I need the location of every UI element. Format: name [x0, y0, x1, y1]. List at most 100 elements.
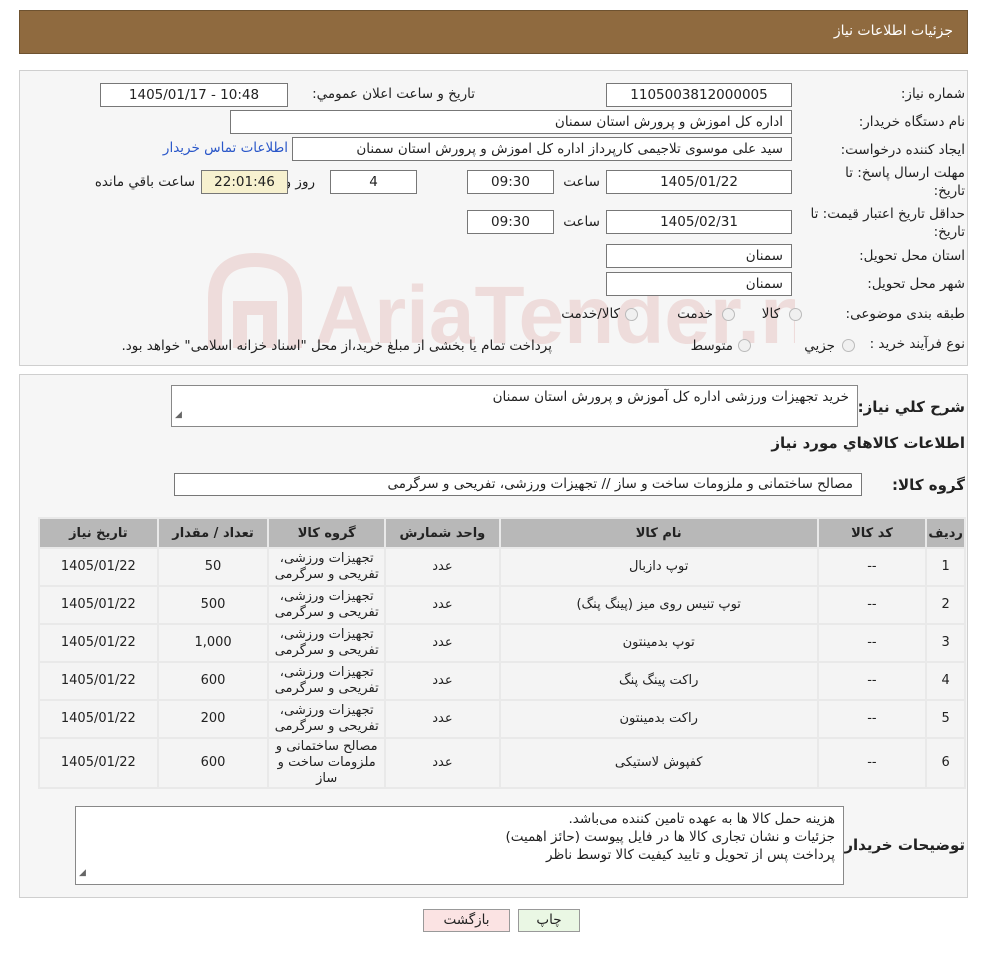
days-field: 4	[330, 170, 417, 194]
buyer-contact-link[interactable]: اطلاعات تماس خريدار	[163, 140, 288, 156]
col-date: تاريخ نياز	[40, 519, 157, 547]
cell-qty: 50	[158, 549, 268, 585]
back-button[interactable]: بازگشت	[423, 909, 510, 932]
cell-unit: عدد	[386, 663, 499, 699]
cell-date: 1405/01/22	[40, 663, 157, 699]
category-radio-service[interactable]	[722, 308, 735, 321]
cell-code: --	[818, 701, 926, 737]
category-radio-goods-service[interactable]	[625, 308, 638, 321]
cell-date: 1405/01/22	[40, 625, 157, 661]
table-row: 2 -- توپ تنیس روی میز (پینگ پنگ) عدد تجهیزات…	[40, 587, 964, 623]
category-label: طبقه بندی موضوعی:	[845, 306, 965, 322]
validity-time-label: ساعت	[563, 214, 600, 230]
buyer-note-line: هزینه حمل کالا ها به عهده تامین کننده می…	[568, 811, 835, 827]
cell-name: توپ دازبال	[500, 549, 817, 585]
need-number-field: 1105003812000005	[606, 83, 792, 107]
cell-qty: 500	[158, 587, 268, 623]
category-option-goods-service: کالا/خدمت	[561, 306, 620, 322]
buyer-notes-textarea[interactable]: هزینه حمل کالا ها به عهده تامین کننده می…	[75, 806, 844, 885]
col-qty: تعداد / مقدار	[158, 519, 268, 547]
announce-label: تاريخ و ساعت اعلان عمومي:	[312, 86, 475, 102]
category-radio-goods[interactable]	[789, 308, 802, 321]
table-row: 3 -- توپ بدمینتون عدد تجهیزات ورزشی، تفریحی …	[40, 625, 964, 661]
cell-row: 6	[927, 739, 964, 787]
city-field: سمنان	[606, 272, 792, 296]
validity-time-field: 09:30	[467, 210, 554, 234]
validity-date-field: 1405/02/31	[606, 210, 792, 234]
cell-unit: عدد	[386, 587, 499, 623]
deadline-time-field: 09:30	[467, 170, 554, 194]
col-row: رديف	[927, 519, 964, 547]
col-unit: واحد شمارش	[386, 519, 499, 547]
deadline-label: مهلت ارسال پاسخ: تا	[845, 165, 965, 181]
process-option-medium: متوسط	[690, 338, 733, 354]
cell-date: 1405/01/22	[40, 739, 157, 787]
process-radio-medium[interactable]	[738, 339, 751, 352]
items-body: 1 -- توپ دازبال عدد تجهیزات ورزشی، تفریحی و …	[40, 549, 964, 787]
resize-grip-icon[interactable]: ◢	[175, 406, 182, 424]
cell-group: تجهیزات ورزشی، تفریحی و سرگرمی	[269, 625, 385, 661]
page-header: جزئیات اطلاعات نیاز	[19, 10, 968, 54]
process-label: نوع فرآيند خريد :	[869, 336, 965, 352]
announce-field: 1405/01/17 - 10:48	[100, 83, 288, 107]
col-name: نام کالا	[500, 519, 817, 547]
cell-qty: 1,000	[158, 625, 268, 661]
cell-code: --	[818, 663, 926, 699]
table-row: 5 -- راکت بدمینتون عدد تجهیزات ورزشی، تفریحی…	[40, 701, 964, 737]
summary-label: شرح کلي نياز:	[857, 398, 965, 416]
days-label: روز و	[284, 174, 315, 190]
cell-group: تجهیزات ورزشی، تفریحی و سرگرمی	[269, 587, 385, 623]
cell-name: کفپوش لاستیکی	[500, 739, 817, 787]
cell-date: 1405/01/22	[40, 587, 157, 623]
table-row: 6 -- کفپوش لاستیکی عدد مصالح ساختمانی و ملزو…	[40, 739, 964, 787]
cell-code: --	[818, 739, 926, 787]
page-title: جزئیات اطلاعات نیاز	[833, 23, 953, 39]
process-note: پرداخت تمام يا بخشی از مبلغ خريد،از محل …	[121, 338, 552, 354]
category-option-goods: کالا	[761, 306, 780, 322]
table-row: 1 -- توپ دازبال عدد تجهیزات ورزشی، تفریحی و …	[40, 549, 964, 585]
resize-grip-icon[interactable]: ◢	[79, 864, 86, 882]
cell-qty: 600	[158, 663, 268, 699]
cell-name: راکت بدمینتون	[500, 701, 817, 737]
cell-row: 3	[927, 625, 964, 661]
need-number-label: شماره نیاز:	[900, 86, 965, 102]
cell-row: 1	[927, 549, 964, 585]
cell-row: 5	[927, 701, 964, 737]
cell-row: 2	[927, 587, 964, 623]
cell-group: مصالح ساختمانی و ملزومات ساخت و ساز	[269, 739, 385, 787]
items-table: رديف کد کالا نام کالا واحد شمارش گروه کا…	[38, 517, 966, 789]
cell-group: تجهیزات ورزشی، تفریحی و سرگرمی	[269, 549, 385, 585]
buyer-notes-label: توضيحات خريدار:	[838, 836, 965, 854]
buyer-note-line: پرداخت پس از تحویل و تایید کیفیت کالا تو…	[546, 847, 835, 863]
deadline-time-label: ساعت	[563, 174, 600, 190]
cell-unit: عدد	[386, 625, 499, 661]
group-field: مصالح ساختمانی و ملزومات ساخت و ساز // ت…	[174, 473, 862, 496]
province-field: سمنان	[606, 244, 792, 268]
goods-info-heading: اطلاعات کالاهاي مورد نياز	[771, 434, 965, 452]
cell-date: 1405/01/22	[40, 549, 157, 585]
table-row: 4 -- راکت پینگ پنگ عدد تجهیزات ورزشی، تفریحی…	[40, 663, 964, 699]
creator-label: ايجاد کننده درخواست:	[840, 142, 965, 158]
process-radio-minor[interactable]	[842, 339, 855, 352]
deadline-date-field: 1405/01/22	[606, 170, 792, 194]
province-label: استان محل تحويل:	[859, 248, 965, 264]
validity-label: حداقل تاريخ اعتبار قيمت: تا	[810, 206, 965, 222]
cell-code: --	[818, 625, 926, 661]
cell-unit: عدد	[386, 701, 499, 737]
cell-qty: 600	[158, 739, 268, 787]
col-group: گروه کالا	[269, 519, 385, 547]
buyer-org-label: نام دستگاه خريدار:	[858, 114, 965, 130]
print-button[interactable]: چاپ	[518, 909, 580, 932]
deadline-label-2: تاريخ:	[933, 183, 965, 199]
creator-field: سید علی موسوی تلاجیمی کارپرداز اداره کل …	[292, 137, 792, 161]
summary-text: خرید تجهیزات ورزشی اداره کل آموزش و پرور…	[492, 389, 849, 405]
cell-group: تجهیزات ورزشی، تفریحی و سرگرمی	[269, 663, 385, 699]
cell-code: --	[818, 549, 926, 585]
cell-date: 1405/01/22	[40, 701, 157, 737]
cell-group: تجهیزات ورزشی، تفریحی و سرگرمی	[269, 701, 385, 737]
cell-unit: عدد	[386, 549, 499, 585]
city-label: شهر محل تحويل:	[867, 276, 965, 292]
cell-qty: 200	[158, 701, 268, 737]
cell-name: توپ بدمینتون	[500, 625, 817, 661]
summary-textarea[interactable]: خرید تجهیزات ورزشی اداره کل آموزش و پرور…	[171, 385, 858, 427]
